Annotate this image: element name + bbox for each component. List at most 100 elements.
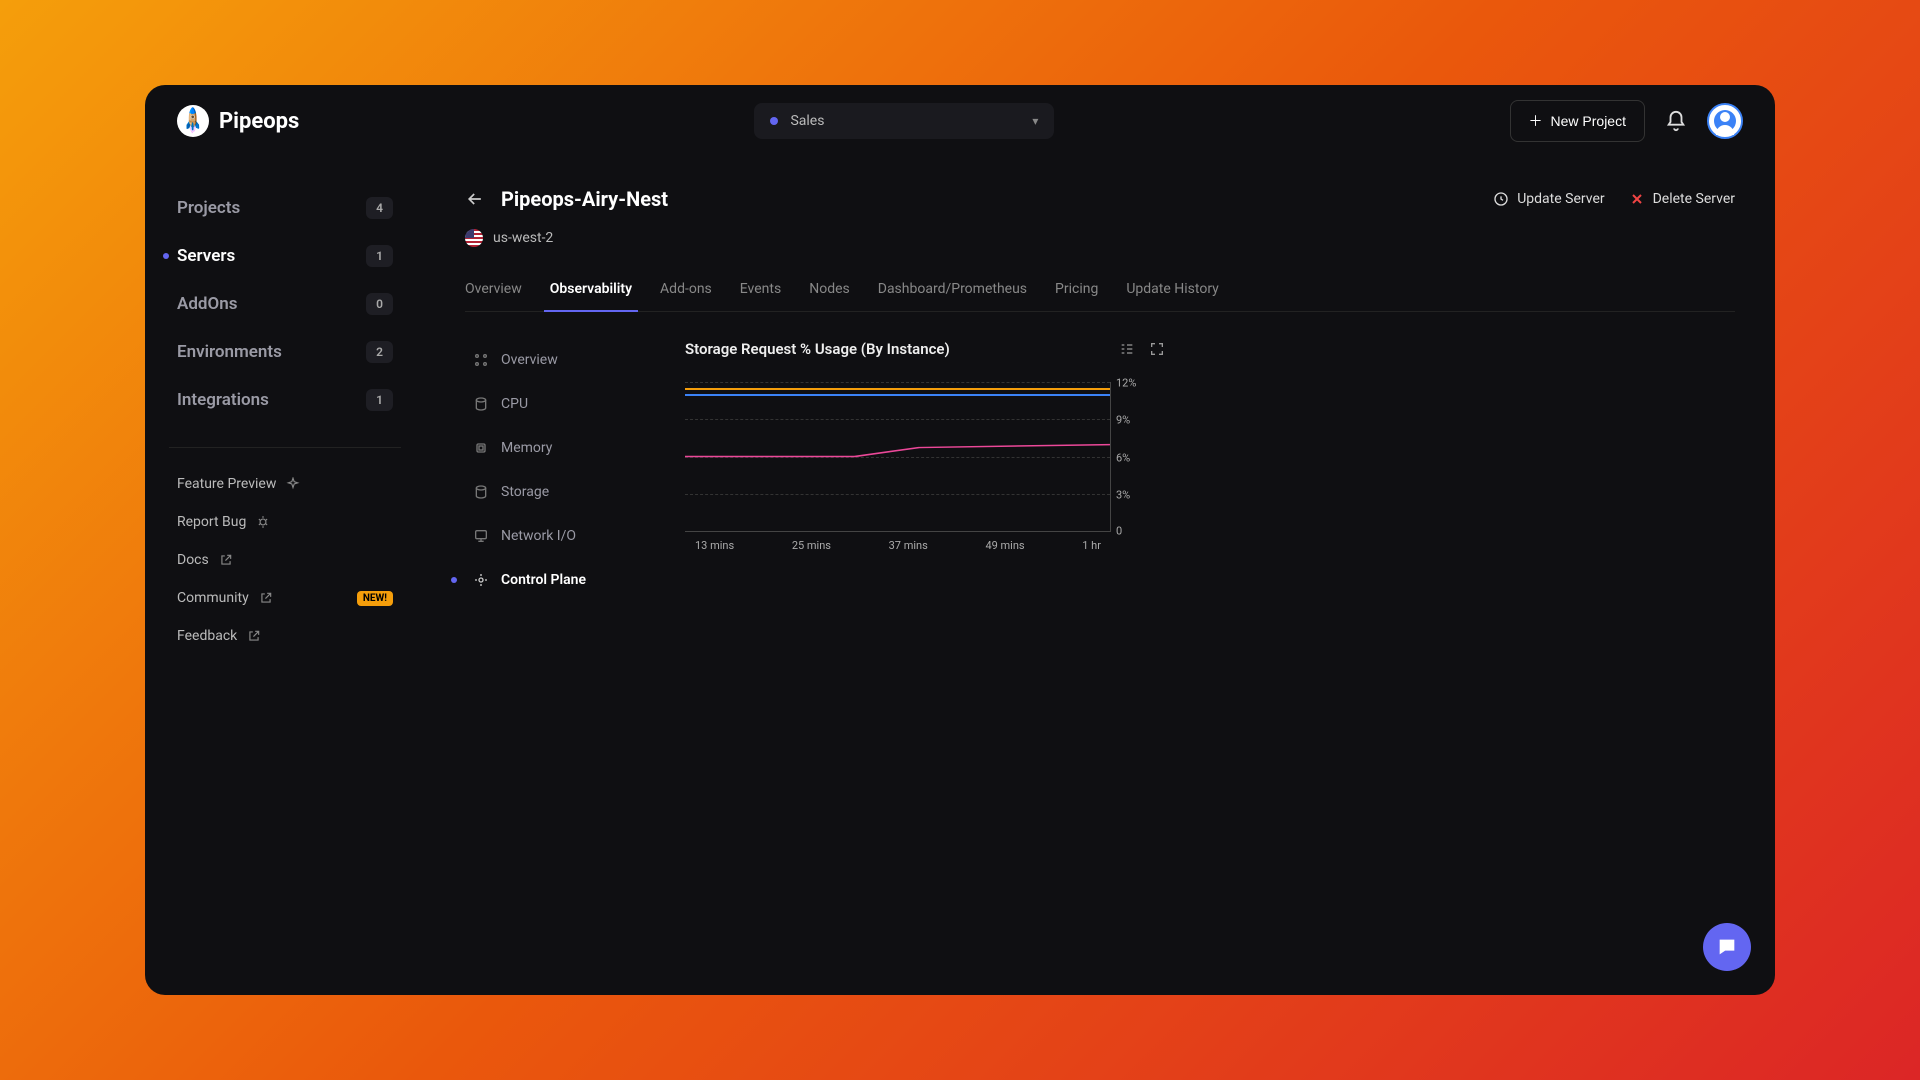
y-tick: 0 [1116,525,1160,538]
us-flag-icon [465,229,483,247]
database-icon [473,396,489,412]
sidebar-item-label: Projects [177,198,240,218]
metric-overview[interactable]: Overview [465,340,665,380]
new-project-button[interactable]: ＋ New Project [1510,100,1645,142]
sidebar-item-projects[interactable]: Projects 4 [169,187,401,229]
y-tick: 3% [1116,488,1160,501]
sidebar-item-label: Environments [177,342,282,362]
sidebar-item-integrations[interactable]: Integrations 1 [169,379,401,421]
chart-area: 12% 9% 6% 3% 0 13 mins [685,382,1165,552]
tab-addons[interactable]: Add-ons [660,271,712,311]
tab-nodes[interactable]: Nodes [809,271,850,311]
sidebar: Projects 4 Servers 1 AddOns 0 Environmen… [145,157,425,995]
y-tick: 6% [1116,451,1160,464]
x-axis: 13 mins 25 mins 37 mins 49 mins 1 hr [685,539,1111,552]
tab-label: Overview [465,281,522,297]
expand-button[interactable] [1149,341,1165,357]
x-tick: 37 mins [889,539,928,552]
tab-observability[interactable]: Observability [550,271,632,311]
brand-logo[interactable]: Pipeops [177,105,299,137]
sidebar-item-servers[interactable]: Servers 1 [169,235,401,277]
sidebar-link-community[interactable]: Community NEW! [169,582,401,614]
delete-server-button[interactable]: Delete Server [1629,191,1735,207]
metric-storage[interactable]: Storage [465,472,665,512]
tabs: Overview Observability Add-ons Events No… [465,271,1735,312]
x-tick: 1 hr [1082,539,1101,552]
sidebar-item-label: AddOns [177,294,237,314]
topbar: Pipeops Sales ▾ ＋ New Project [145,85,1775,157]
sparkle-icon [286,477,300,491]
bell-icon [1665,110,1687,132]
sidebar-item-addons[interactable]: AddOns 0 [169,283,401,325]
tab-dashboard-prometheus[interactable]: Dashboard/Prometheus [878,271,1027,311]
sidebar-link-docs[interactable]: Docs [169,544,401,576]
external-icon [219,553,233,567]
close-icon [1629,191,1645,207]
observability-content: Overview CPU Memory [465,340,1735,600]
page-header: Pipeops-Airy-Nest Update Server Delete S… [465,187,1735,211]
sidebar-item-environments[interactable]: Environments 2 [169,331,401,373]
sidebar-link-report-bug[interactable]: Report Bug [169,506,401,538]
database-icon [473,484,489,500]
chart-tools [1119,341,1165,357]
arrow-left-icon [465,189,485,209]
status-dot-icon [770,117,778,125]
external-icon [247,629,261,643]
tab-label: Pricing [1055,281,1098,297]
y-tick: 12% [1116,377,1160,390]
y-tick: 9% [1116,414,1160,427]
count-badge: 0 [366,293,393,315]
tab-label: Nodes [809,281,850,297]
sidebar-link-label: Report Bug [177,514,246,530]
legend-toggle-button[interactable] [1119,341,1135,357]
metric-control-plane[interactable]: Control Plane [465,560,665,600]
count-badge: 1 [366,389,393,411]
sidebar-link-feedback[interactable]: Feedback [169,620,401,652]
x-tick: 49 mins [985,539,1024,552]
sidebar-link-feature-preview[interactable]: Feature Preview [169,468,401,500]
sidebar-link-label: Community [177,590,249,606]
back-button[interactable] [465,189,485,209]
avatar[interactable] [1707,103,1743,139]
chart-header: Storage Request % Usage (By Instance) [685,340,1165,358]
rocket-icon [177,105,209,137]
divider [169,447,401,448]
tab-pricing[interactable]: Pricing [1055,271,1098,311]
metric-network-io[interactable]: Network I/O [465,516,665,556]
new-project-label: New Project [1551,113,1626,129]
metrics-nav: Overview CPU Memory [465,340,665,600]
brand-name: Pipeops [219,109,299,134]
chart-series-c [685,382,1110,531]
sidebar-link-label: Feedback [177,628,237,644]
new-badge: NEW! [357,591,393,606]
delete-server-label: Delete Server [1653,191,1735,207]
page-title: Pipeops-Airy-Nest [501,187,668,211]
region-row: us-west-2 [465,229,1735,247]
chart-card: Storage Request % Usage (By Instance) [685,340,1165,600]
chat-launcher[interactable] [1703,923,1751,971]
metric-memory[interactable]: Memory [465,428,665,468]
chart-plot: 12% 9% 6% 3% 0 [685,382,1111,532]
target-icon [473,572,489,588]
chat-icon [1716,936,1738,958]
tab-overview[interactable]: Overview [465,271,522,311]
metric-cpu[interactable]: CPU [465,384,665,424]
notifications-button[interactable] [1665,110,1687,132]
active-dot-icon [163,253,169,259]
x-tick: 25 mins [792,539,831,552]
app-window: Pipeops Sales ▾ ＋ New Project Projects [145,85,1775,995]
tab-update-history[interactable]: Update History [1126,271,1218,311]
chevron-down-icon: ▾ [1032,114,1038,128]
tab-label: Add-ons [660,281,712,297]
update-server-button[interactable]: Update Server [1493,191,1604,207]
legend-icon [1119,341,1135,357]
tab-events[interactable]: Events [740,271,781,311]
tab-label: Dashboard/Prometheus [878,281,1027,297]
metric-label: Overview [501,352,558,368]
header-actions: Update Server Delete Server [1493,191,1735,207]
metric-label: Memory [501,440,552,456]
active-dot-icon [451,577,457,583]
tab-label: Events [740,281,781,297]
org-selector[interactable]: Sales ▾ [754,103,1054,139]
grid-icon [473,352,489,368]
